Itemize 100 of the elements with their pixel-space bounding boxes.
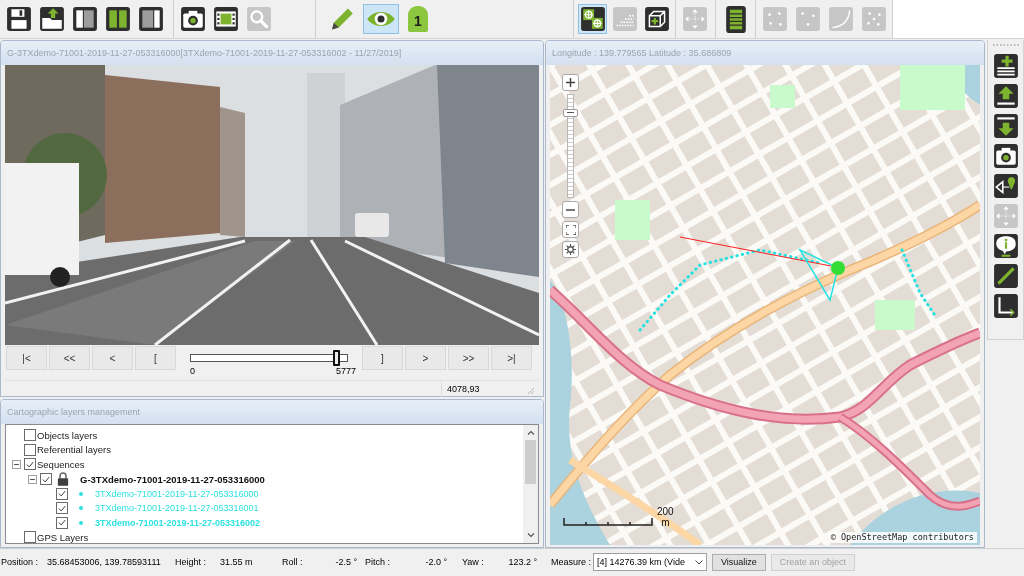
collapse-icon[interactable] <box>12 460 21 469</box>
scale-unit: m <box>661 517 670 528</box>
scrollbar-thumb[interactable] <box>525 440 536 484</box>
measure-label: Measure : <box>551 557 593 567</box>
zoom-out-button[interactable] <box>562 201 579 218</box>
playback-button[interactable]: ] <box>362 346 403 370</box>
collapse-icon[interactable] <box>28 474 37 484</box>
save-button[interactable] <box>4 4 34 34</box>
number-tab-button[interactable]: 1 <box>408 6 428 32</box>
position-marker-icon[interactable] <box>831 261 845 275</box>
slider-min-label: 0 <box>190 366 195 377</box>
search-icon <box>246 6 272 32</box>
eye-icon <box>366 10 396 28</box>
playback-button[interactable]: > <box>405 346 446 370</box>
angle-icon <box>992 293 1019 319</box>
checkbox[interactable] <box>24 443 36 456</box>
status-value: 31.55 m <box>220 557 254 567</box>
checkbox[interactable] <box>56 516 68 529</box>
slider-thumb[interactable] <box>332 350 340 366</box>
plus-icon <box>566 78 575 87</box>
layer-label[interactable]: G-3TXdemo-71001-2019-11-27-053316000 <box>80 473 265 485</box>
pencil-icon <box>332 7 354 31</box>
checkbox[interactable] <box>24 531 36 543</box>
trajectory-line <box>900 248 938 319</box>
status-label: Height : <box>175 557 208 567</box>
target-button[interactable] <box>578 4 607 34</box>
fullscreen-icon <box>565 224 576 235</box>
layout-button[interactable] <box>70 4 100 34</box>
playback-button[interactable]: >> <box>448 346 489 370</box>
frame-slider[interactable] <box>190 350 348 366</box>
checkbox[interactable] <box>56 487 68 500</box>
status-label: Yaw : <box>462 557 485 567</box>
move-arrows-icon <box>992 203 1019 229</box>
dots-icon <box>860 6 887 32</box>
status-value: 123.2 ° <box>507 557 537 567</box>
panel-title: Longitude : 139.779565 Latitude : 35.686809 <box>552 48 732 58</box>
cube-icon <box>643 6 670 32</box>
dots-icon <box>794 6 821 32</box>
layers-add-icon <box>992 53 1019 79</box>
status-label: Roll : <box>282 557 304 567</box>
map-attribution: © OpenStreetMap contributors <box>827 532 977 543</box>
status-button[interactable]: Visualize <box>712 553 766 571</box>
split-panel-icon <box>105 6 131 32</box>
panel-title: G-3TXdemo-71001-2019-11-27-053316000[3TXdemo-71001-2019-11-27-053316002 - 11/27/2019] <box>7 48 402 58</box>
position-readout: 4078,93 <box>441 381 527 397</box>
minus-icon <box>566 208 575 211</box>
camera-view-cone <box>798 248 839 302</box>
pin-icon <box>992 173 1019 199</box>
gear-icon <box>565 244 576 255</box>
zoom-slider[interactable] <box>563 94 578 198</box>
chevron-down-icon[interactable] <box>526 533 535 538</box>
scale-value: 200 <box>657 506 674 517</box>
playback-button[interactable]: |< <box>6 346 47 370</box>
status-label: Pitch : <box>365 557 391 567</box>
camera-button[interactable] <box>178 4 208 34</box>
layer-label[interactable]: Sequences <box>37 459 85 470</box>
chevron-up-icon[interactable] <box>526 430 535 435</box>
status-label: Position : <box>1 557 40 567</box>
arrow-down-icon <box>992 113 1019 139</box>
target-pair-icon <box>579 6 606 32</box>
measure-dropdown[interactable]: [4] 14276.39 km (Vide <box>593 553 707 571</box>
layer-label[interactable]: Referential layers <box>37 444 111 456</box>
cube-button[interactable] <box>642 4 671 34</box>
save-icon <box>6 6 32 32</box>
curve-icon <box>827 6 854 32</box>
scrollbar[interactable] <box>523 425 538 543</box>
playback-button[interactable]: [ <box>135 346 176 370</box>
folder-button[interactable] <box>37 4 67 34</box>
playback-button[interactable]: >| <box>491 346 532 370</box>
panel-layout-icon <box>72 6 98 32</box>
folder-upload-icon <box>39 6 65 32</box>
checkbox[interactable] <box>56 502 68 515</box>
playback-button[interactable]: << <box>49 346 90 370</box>
move-arrows-icon <box>682 6 708 32</box>
status-value: 35.68453006, 139.78593111 <box>47 557 162 567</box>
panel-title: Cartographic layers management <box>7 407 141 417</box>
film-icon <box>213 6 239 32</box>
checkbox[interactable] <box>24 429 36 442</box>
eye-button[interactable] <box>363 4 399 34</box>
resize-grip-icon[interactable] <box>527 387 535 395</box>
stairs-icon <box>611 6 638 32</box>
panel-layout-icon <box>138 6 164 32</box>
dots-icon <box>761 6 788 32</box>
film-button[interactable] <box>211 4 241 34</box>
arrow-up-icon <box>992 83 1019 109</box>
layer-label[interactable]: GPS Layers <box>37 531 89 543</box>
zoom-in-button[interactable] <box>562 74 579 91</box>
playback-button[interactable]: < <box>92 346 133 370</box>
checkbox[interactable] <box>40 473 52 486</box>
fullscreen-button[interactable] <box>562 221 579 238</box>
layout-button[interactable] <box>103 4 133 34</box>
layer-label[interactable]: Objects layers <box>37 429 98 441</box>
info-icon <box>992 233 1019 259</box>
settings-button[interactable] <box>562 241 579 258</box>
camera-icon <box>992 143 1019 169</box>
checkbox[interactable] <box>24 458 36 471</box>
layout-button[interactable] <box>136 4 166 34</box>
status-value: -2.0 ° <box>424 557 447 567</box>
chevron-down-icon <box>695 559 703 565</box>
zoom-slider-thumb[interactable] <box>563 108 578 117</box>
